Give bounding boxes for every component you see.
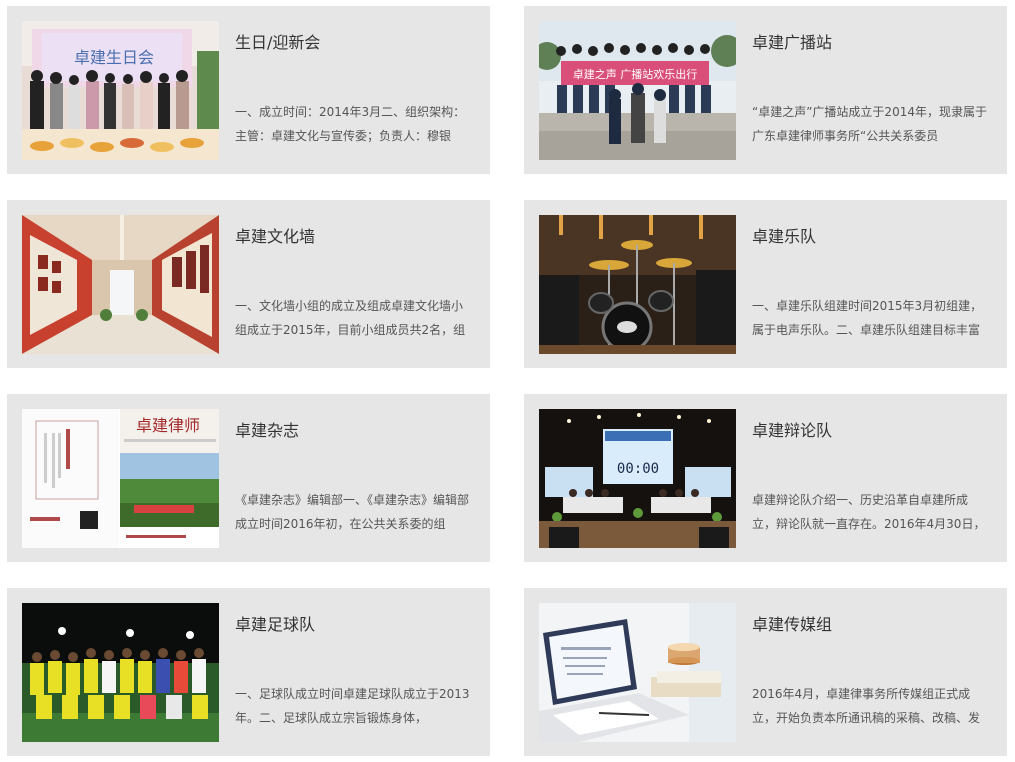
card-title[interactable]: 生日/迎新会 [235,33,320,53]
card-title[interactable]: 卓建足球队 [235,615,315,635]
activity-card-band[interactable]: 卓建乐队 一、卓建乐队组建时间2015年3月初组建，属于电声乐队。二、卓建乐队组… [524,200,1007,368]
card-description: 2016年4月，卓建律事务所传媒组正式成立，开始负责本所通讯稿的采稿、改稿、发 [752,687,981,725]
magazine-cover-photo[interactable]: 卓建律师 [22,409,219,548]
debate-timer-text: 00:00 [617,461,659,477]
birthday-banner-text: 卓建生日会 [74,48,154,67]
activity-card-birthday[interactable]: 卓建生日会 生日/迎新会 一、成立时间：2014年3月二、组织架构：主管：卓建文… [7,6,490,174]
birthday-party-photo[interactable]: 卓建生日会 [22,21,219,160]
radio-station-group-photo[interactable]: 卓建之声 广播站欢乐出行 [539,21,736,160]
card-title[interactable]: 卓建传媒组 [752,615,832,635]
activity-card-debate-team[interactable]: 00:00 卓建辩论队 卓建辩论队介绍一、历史沿革自卓建所成立，辩论队就一直存在… [524,394,1007,562]
card-title[interactable]: 卓建杂志 [235,421,299,441]
media-group-laptop-photo[interactable] [539,603,736,742]
activity-card-media-group[interactable]: 卓建传媒组 2016年4月，卓建律事务所传媒组正式成立，开始负责本所通讯稿的采稿… [524,588,1007,756]
card-description: 一、成立时间：2014年3月二、组织架构：主管：卓建文化与宣传委；负责人：穆银 [235,105,466,143]
card-description: 《卓建杂志》编辑部一、《卓建杂志》编辑部成立时间2016年初，在公共关系委的组 [235,493,470,531]
culture-wall-photo[interactable] [22,215,219,354]
card-description: “卓建之声”广播站成立于2014年，现隶属于广东卓建律师事务所“公共关系委员 [752,105,987,143]
debate-stage-photo[interactable]: 00:00 [539,409,736,548]
card-title[interactable]: 卓建广播站 [752,33,832,53]
card-description: 一、足球队成立时间卓建足球队成立于2013年。二、足球队成立宗旨锻炼身体， [235,687,470,725]
card-title[interactable]: 卓建辩论队 [752,421,832,441]
activity-card-radio-station[interactable]: 卓建之声 广播站欢乐出行 卓建广播站 “卓建之声”广播站成立于2014年，现隶属… [524,6,1007,174]
radio-banner-text: 卓建之声 广播站欢乐出行 [573,67,698,81]
card-title[interactable]: 卓建文化墙 [235,227,315,247]
magazine-title-text: 卓建律师 [136,416,200,435]
band-drum-kit-photo[interactable] [539,215,736,354]
football-team-photo[interactable] [22,603,219,742]
activity-card-magazine[interactable]: 卓建律师 卓建杂志 《卓建杂志》编辑部一、《卓建杂志》编辑部成立时间2016年初… [7,394,490,562]
card-description: 一、文化墙小组的成立及组成卓建文化墙小组成立于2015年，目前小组成员共2名，组 [235,299,466,337]
card-title[interactable]: 卓建乐队 [752,227,816,247]
card-description: 一、卓建乐队组建时间2015年3月初组建，属于电声乐队。二、卓建乐队组建目标丰富 [752,299,983,337]
card-description: 卓建辩论队介绍一、历史沿革自卓建所成立，辩论队就一直存在。2016年4月30日， [752,493,986,531]
activity-card-football-team[interactable]: 卓建足球队 一、足球队成立时间卓建足球队成立于2013年。二、足球队成立宗旨锻炼… [7,588,490,756]
activity-card-culture-wall[interactable]: 卓建文化墙 一、文化墙小组的成立及组成卓建文化墙小组成立于2015年，目前小组成… [7,200,490,368]
